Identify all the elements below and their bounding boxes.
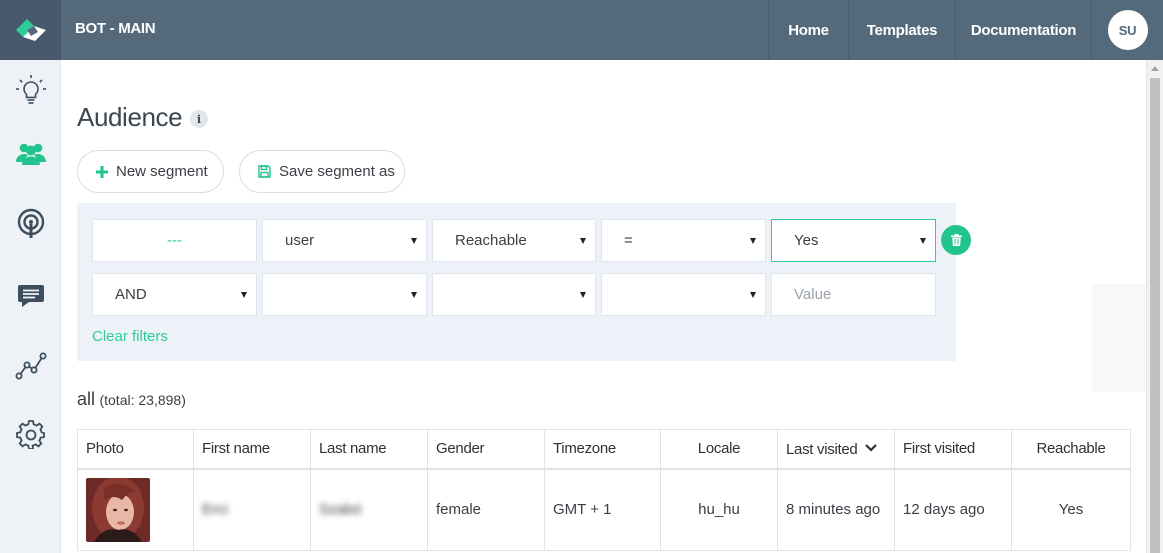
new-segment-button[interactable]: New segment	[77, 150, 224, 193]
filter-row2-operator-select[interactable]	[601, 273, 766, 316]
cell-first-visited: 12 days ago	[894, 468, 1012, 551]
table-header-row: Photo First name Last name Gender Timezo…	[77, 429, 1131, 469]
filter-row1-conjunction[interactable]: ---	[92, 219, 257, 262]
lightbulb-icon	[15, 75, 46, 104]
dropdown-caret-icon	[241, 292, 247, 298]
user-avatar[interactable]: SU	[1107, 10, 1148, 50]
total-count: (total: 23,898)	[99, 392, 186, 408]
users-icon	[15, 143, 46, 165]
top-bar: BOT - MAIN Home Templates Documentation …	[0, 0, 1163, 60]
analytics-icon	[15, 352, 46, 380]
gear-icon	[15, 420, 45, 449]
filter-row2-value-input[interactable]: Value	[771, 273, 936, 316]
save-segment-button[interactable]: Save segment as	[239, 150, 405, 193]
audience-summary: all (total: 23,898)	[77, 389, 186, 410]
dropdown-caret-icon	[580, 292, 586, 298]
cell-gender: female	[427, 468, 545, 551]
delete-filter-button[interactable]	[941, 225, 971, 255]
col-last-visited[interactable]: Last visited	[777, 429, 895, 469]
col-first-visited[interactable]: First visited	[894, 429, 1012, 469]
cell-last-name: Szabó	[310, 468, 428, 551]
cell-locale: hu_hu	[660, 468, 778, 551]
background-shade	[1092, 284, 1146, 392]
chat-icon	[17, 285, 44, 307]
new-segment-label: New segment	[116, 163, 208, 180]
col-reachable[interactable]: Reachable	[1011, 429, 1131, 469]
dropdown-caret-icon	[411, 238, 417, 244]
col-locale[interactable]: Locale	[660, 429, 778, 469]
nav-documentation[interactable]: Documentation	[955, 0, 1091, 60]
trash-icon	[950, 234, 962, 246]
filter-row2-field-select[interactable]	[262, 273, 427, 316]
app-logo[interactable]	[0, 0, 61, 60]
page-scrollbar[interactable]	[1146, 60, 1163, 553]
cell-last-visited: 8 minutes ago	[777, 468, 895, 551]
sidebar-item-messages[interactable]	[0, 274, 61, 318]
dropdown-caret-icon	[920, 238, 926, 244]
save-segment-label: Save segment as	[279, 163, 395, 180]
cell-timezone: GMT + 1	[544, 468, 661, 551]
col-last-visited-label: Last visited	[786, 441, 858, 459]
dropdown-caret-icon	[411, 292, 417, 298]
filter-row1-operator-select[interactable]: =	[601, 219, 766, 262]
user-menu[interactable]: SU	[1091, 0, 1163, 60]
user-photo[interactable]	[86, 477, 150, 542]
sidebar-item-analytics[interactable]	[0, 344, 61, 388]
nav-home[interactable]: Home	[768, 0, 848, 60]
broadcast-icon	[17, 208, 44, 238]
filter-row2-attribute-select[interactable]	[432, 273, 596, 316]
col-gender[interactable]: Gender	[427, 429, 545, 469]
main-nav: Home Templates Documentation SU	[768, 0, 1163, 60]
col-timezone[interactable]: Timezone	[544, 429, 661, 469]
scroll-thumb[interactable]	[1150, 78, 1160, 553]
app-title: BOT - MAIN	[75, 20, 156, 37]
cell-reachable: Yes	[1011, 468, 1131, 551]
cell-photo	[77, 468, 194, 551]
dropdown-caret-icon	[750, 292, 756, 298]
filter-row1-field-select[interactable]: user	[262, 219, 427, 262]
filter-row2-conjunction-select[interactable]: AND	[92, 273, 257, 316]
sidebar	[0, 60, 61, 553]
table-row[interactable]: Erci Szabó female GMT + 1 hu_hu 8 minute…	[77, 468, 1131, 551]
col-last-name[interactable]: Last name	[310, 429, 428, 469]
col-first-name[interactable]: First name	[193, 429, 311, 469]
sidebar-item-audience[interactable]	[0, 132, 61, 176]
page-title: Audience	[77, 102, 183, 132]
nav-templates[interactable]: Templates	[848, 0, 955, 60]
dropdown-caret-icon	[580, 238, 586, 244]
info-icon[interactable]: i	[190, 110, 208, 128]
filter-row1-value-select[interactable]: Yes	[771, 219, 936, 262]
sidebar-item-ideas[interactable]	[0, 68, 61, 112]
logo-icon	[15, 19, 46, 41]
sidebar-item-broadcast[interactable]	[0, 202, 61, 246]
segment-label: all	[77, 389, 96, 409]
audience-table: Photo First name Last name Gender Timezo…	[77, 429, 1131, 551]
sort-descending-icon[interactable]	[865, 439, 878, 456]
clear-filters-link[interactable]: Clear filters	[92, 328, 168, 345]
sidebar-item-settings[interactable]	[0, 412, 61, 456]
cell-first-name: Erci	[193, 468, 311, 551]
dropdown-caret-icon	[750, 238, 756, 244]
scroll-up-icon[interactable]	[1151, 66, 1159, 71]
plus-icon	[96, 165, 108, 178]
filter-row1-attribute-select[interactable]: Reachable	[432, 219, 596, 262]
floppy-disk-icon	[258, 165, 271, 178]
col-photo[interactable]: Photo	[77, 429, 194, 469]
